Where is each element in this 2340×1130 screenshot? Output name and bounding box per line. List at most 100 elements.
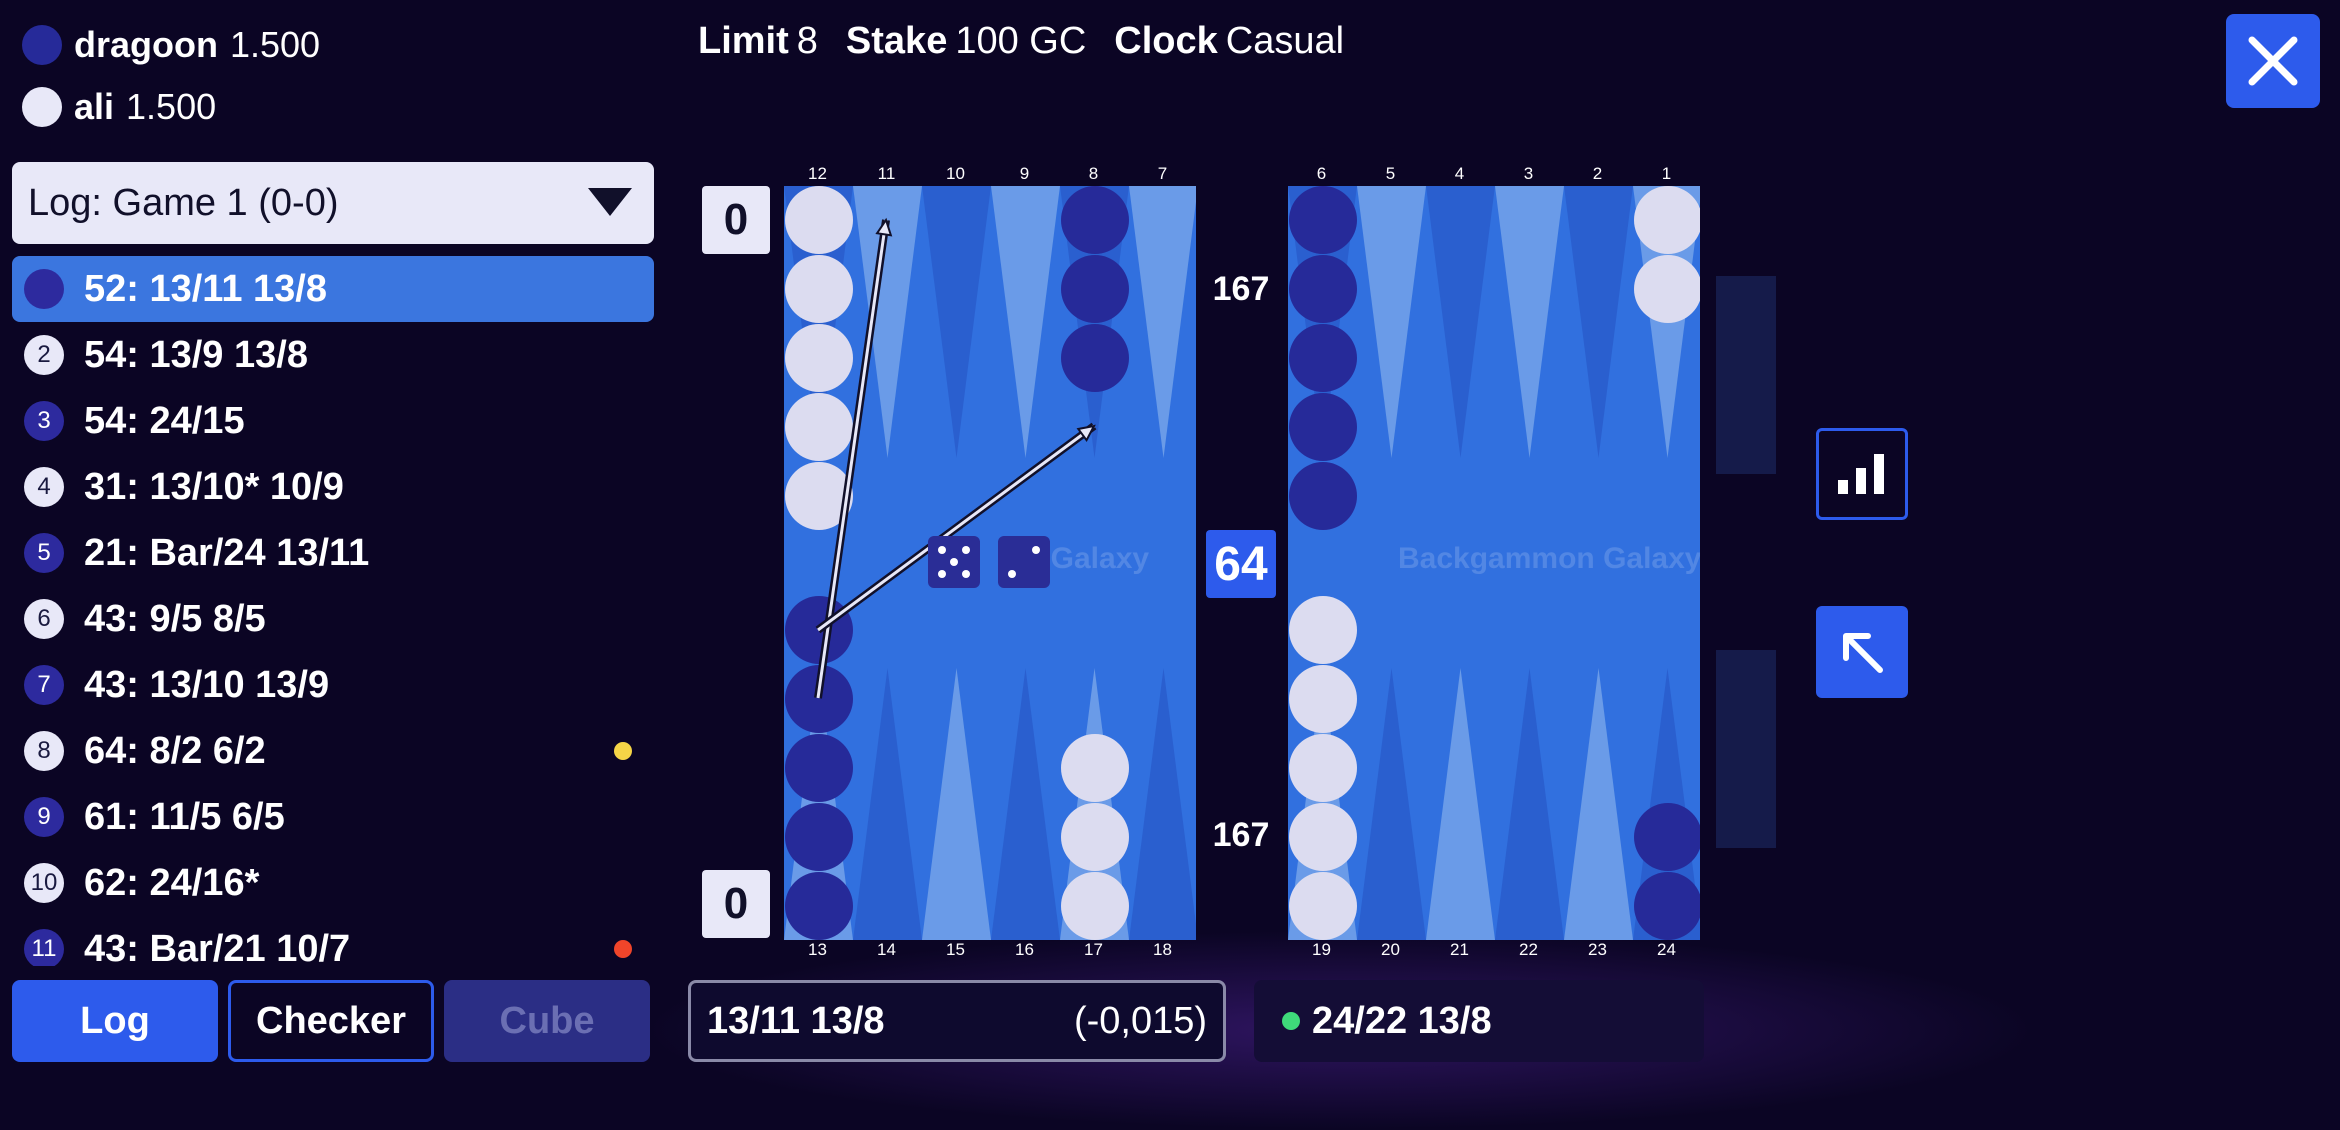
point-number: 19 <box>1312 940 1331 959</box>
board-point-top <box>1426 186 1495 458</box>
game-log-select[interactable]: Log: Game 1 (0-0) <box>12 162 654 244</box>
point-number: 3 <box>1523 164 1534 183</box>
player-dragoon: dragoon 1.500 <box>22 24 320 66</box>
game-log-select-label: Log: Game 1 (0-0) <box>28 181 339 224</box>
die[interactable] <box>998 536 1050 588</box>
white-checker[interactable] <box>1633 255 1700 323</box>
point-number: 20 <box>1381 940 1400 959</box>
move-list-item[interactable]: 11 43: Bar/21 10/7 <box>12 916 654 966</box>
point-number: 2 <box>1592 164 1603 183</box>
move-list-item[interactable]: 8 64: 8/2 6/2 <box>12 718 654 784</box>
move-list-item[interactable]: 6 43: 9/5 8/5 <box>12 586 654 652</box>
bear-off-tray-top <box>1716 276 1776 474</box>
white-checker[interactable] <box>1288 803 1357 871</box>
move-list-item[interactable]: 52: 13/11 13/8 <box>12 256 654 322</box>
white-checker[interactable] <box>1288 665 1357 733</box>
match-info: Limit 8 Stake 100 GC Clock Casual <box>698 20 1344 63</box>
move-flag-dot <box>614 742 632 760</box>
die[interactable] <box>928 536 980 588</box>
board-right-half[interactable]: Backgammon Galaxy <box>1288 186 1700 940</box>
white-checker[interactable] <box>1633 186 1700 254</box>
move-text: 43: Bar/21 10/7 <box>84 927 351 967</box>
pip-count-top: 167 <box>1212 270 1270 308</box>
move-list-item[interactable]: 2 54: 13/9 13/8 <box>12 322 654 388</box>
played-move: 13/11 13/8 <box>707 999 885 1042</box>
blue-checker[interactable] <box>1288 255 1357 323</box>
board-point-top <box>1564 186 1633 458</box>
tab-checker[interactable]: Checker <box>228 980 434 1062</box>
point-number: 1 <box>1661 164 1672 183</box>
move-list-item[interactable]: 9 61: 11/5 6/5 <box>12 784 654 850</box>
doubling-cube[interactable]: 64 <box>1206 530 1276 598</box>
point-number: 13 <box>808 940 827 959</box>
move-text: 52: 13/11 13/8 <box>84 267 327 310</box>
point-number: 4 <box>1454 164 1465 183</box>
move-number: 7 <box>24 665 64 705</box>
tab-cube[interactable]: Cube <box>444 980 650 1062</box>
point-number: 6 <box>1316 164 1327 183</box>
point-number: 16 <box>1015 940 1034 959</box>
player-color-dot <box>22 87 62 127</box>
die-pip <box>950 558 958 566</box>
point-number: 10 <box>946 164 965 183</box>
white-checker[interactable] <box>1288 596 1357 664</box>
blue-checker[interactable] <box>1288 393 1357 461</box>
move-list-item[interactable]: 4 31: 13/10* 10/9 <box>12 454 654 520</box>
die-pip <box>938 570 946 578</box>
blue-checker[interactable] <box>1633 872 1700 940</box>
point-number: 21 <box>1450 940 1469 959</box>
move-text: 21: Bar/24 13/11 <box>84 531 370 574</box>
move-text: 62: 24/16* <box>84 861 260 904</box>
bar-chart-icon <box>1838 454 1884 494</box>
point-number: 23 <box>1588 940 1607 959</box>
blue-checker[interactable] <box>1633 803 1700 871</box>
move-arrows <box>814 217 1097 699</box>
blue-checker[interactable] <box>1288 186 1357 254</box>
blue-checker[interactable] <box>1288 324 1357 392</box>
move-text: 61: 11/5 6/5 <box>84 795 285 838</box>
tab-log[interactable]: Log <box>12 980 218 1062</box>
die-pip <box>1032 546 1040 554</box>
stake-info: Stake 100 GC <box>845 20 1087 62</box>
move-list-item[interactable]: 7 43: 13/10 13/9 <box>12 652 654 718</box>
board-point-top <box>1357 186 1426 458</box>
pip-count-bottom: 167 <box>1212 816 1270 854</box>
board-point-top <box>1495 186 1564 458</box>
player-rating: 1.500 <box>126 86 217 127</box>
die-pip <box>938 546 946 554</box>
close-button[interactable] <box>2226 14 2320 108</box>
blue-checker[interactable] <box>1288 462 1357 530</box>
played-move-box[interactable]: 13/11 13/8 (-0,015) <box>688 980 1226 1062</box>
hint-arrow-button[interactable] <box>1816 606 1908 698</box>
stats-button[interactable] <box>1816 428 1908 520</box>
point-number: 18 <box>1153 940 1172 959</box>
move-list-item[interactable]: 3 54: 24/15 <box>12 388 654 454</box>
move-number: 3 <box>24 401 64 441</box>
close-icon <box>2248 36 2298 86</box>
move-text: 54: 13/9 13/8 <box>84 333 308 376</box>
die-pip <box>962 546 970 554</box>
move-list[interactable]: 52: 13/11 13/8 2 54: 13/9 13/8 3 54: 24/15 4 3… <box>12 256 654 966</box>
white-checker[interactable] <box>1288 872 1357 940</box>
best-move-box[interactable]: 24/22 13/8 <box>1254 980 1704 1062</box>
move-text: 43: 13/10 13/9 <box>84 663 330 706</box>
move-number: 6 <box>24 599 64 639</box>
move-number <box>24 269 64 309</box>
move-text: 43: 9/5 8/5 <box>84 597 266 640</box>
move-text: 64: 8/2 6/2 <box>84 729 266 772</box>
move-number: 10 <box>24 863 64 903</box>
status-dot <box>1282 1012 1300 1030</box>
point-number: 5 <box>1385 164 1396 183</box>
point-number: 14 <box>877 940 896 959</box>
player-name: dragoon <box>74 24 218 65</box>
point-number: 17 <box>1084 940 1103 959</box>
move-text: 31: 13/10* 10/9 <box>84 465 344 508</box>
chevron-down-icon <box>588 188 632 216</box>
move-number: 8 <box>24 731 64 771</box>
board-left-half[interactable]: n Galaxy <box>784 186 1196 940</box>
move-list-item[interactable]: 10 62: 24/16* <box>12 850 654 916</box>
white-checker[interactable] <box>1288 734 1357 802</box>
point-number: 9 <box>1019 164 1030 183</box>
move-list-item[interactable]: 5 21: Bar/24 13/11 <box>12 520 654 586</box>
point-number: 24 <box>1657 940 1676 959</box>
